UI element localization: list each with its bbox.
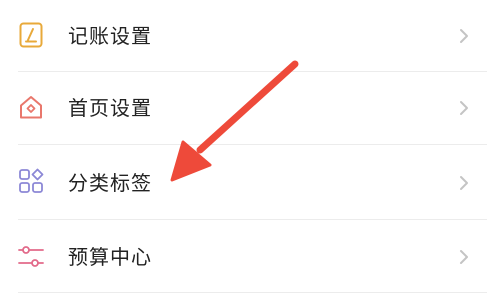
menu-item-bookkeeping-settings[interactable]: 记账设置 [0, 0, 487, 72]
menu-item-label: 预算中心 [68, 245, 152, 269]
menu-item-home-settings[interactable]: 首页设置 [0, 72, 487, 144]
chevron-right-icon [460, 250, 468, 264]
menu-item-category-tags[interactable]: 分类标签 [0, 145, 487, 217]
chevron-right-icon [460, 176, 468, 190]
divider [18, 292, 487, 293]
category-grid-icon [19, 168, 44, 193]
menu-item-label: 首页设置 [68, 96, 152, 120]
settings-menu-list: 记账设置 首页设置 分类标签 预算中心 [0, 0, 487, 297]
menu-item-label: 分类标签 [68, 171, 152, 195]
menu-item-budget-center[interactable]: 预算中心 [0, 220, 487, 292]
chevron-right-icon [460, 101, 468, 115]
notebook-pen-icon [19, 22, 43, 48]
home-icon [20, 96, 42, 119]
chevron-right-icon [460, 29, 468, 43]
sliders-icon [18, 246, 44, 267]
menu-item-label: 记账设置 [68, 24, 152, 48]
